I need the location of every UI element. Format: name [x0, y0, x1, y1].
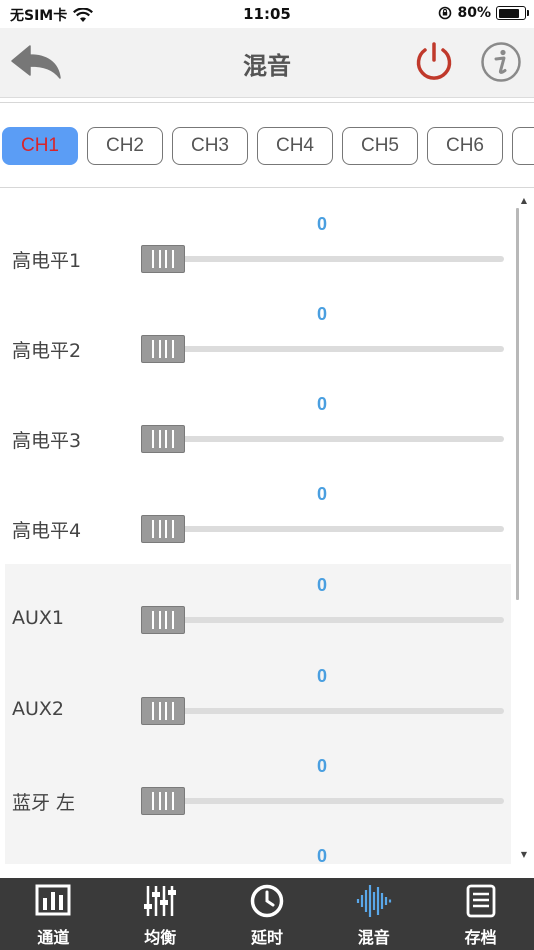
info-icon[interactable] [480, 41, 522, 83]
slider-thumb[interactable] [141, 515, 185, 543]
slider-value: 0 [316, 846, 327, 864]
tab-label: CH2 [105, 135, 144, 156]
slider-label: AUX2 [12, 698, 65, 720]
archive-icon [466, 884, 495, 918]
navigation-bar: 混音 [0, 28, 534, 98]
slider-track[interactable] [142, 256, 504, 262]
slider-row: 0 高电平2 [0, 284, 520, 374]
sound-wave-icon [356, 885, 391, 917]
slider-row: 0 蓝牙 左 [0, 736, 520, 826]
slider-row: 0 高电平3 [0, 374, 520, 464]
slider-value: 0 [316, 575, 327, 595]
slider-value: 0 [316, 394, 327, 414]
tab-mix[interactable]: 混音 [320, 878, 427, 950]
tab-label: CH5 [360, 135, 399, 156]
slider-track[interactable] [142, 346, 504, 352]
slider-label: 高电平4 [12, 520, 82, 542]
tab-ch7-partial[interactable]: C [512, 127, 534, 165]
battery-percent: 80% [457, 5, 491, 21]
slider-row: 0 AUX2 [0, 646, 520, 736]
slider-value: 0 [316, 756, 327, 776]
tab-label: CH3 [190, 135, 229, 156]
slider-label: 蓝牙 左 [12, 792, 76, 814]
tab-label: CH4 [275, 135, 314, 156]
tab-equalizer[interactable]: 均衡 [107, 878, 214, 950]
tab-label: 通道 [37, 928, 70, 947]
scrollbar-thumb[interactable] [516, 208, 519, 600]
slider-value: 0 [316, 304, 327, 324]
slider-row: 0 AUX1 [0, 555, 520, 645]
slider-label: 高电平2 [12, 340, 82, 362]
tab-delay[interactable]: 延时 [214, 878, 321, 950]
tab-channel[interactable]: 通道 [0, 878, 107, 950]
slider-row: 0 高电平4 [0, 464, 520, 554]
slider-track[interactable] [142, 798, 504, 804]
tab-ch6[interactable]: CH6 [427, 127, 503, 165]
slider-thumb[interactable] [141, 697, 185, 725]
slider-thumb[interactable] [141, 425, 185, 453]
battery-fill [498, 8, 519, 18]
tab-ch3[interactable]: CH3 [172, 127, 248, 165]
slider-row: 0 [0, 826, 520, 864]
scroll-down-arrow-icon[interactable]: ▼ [518, 850, 530, 860]
tab-ch2[interactable]: CH2 [87, 127, 163, 165]
power-icon[interactable] [412, 40, 456, 84]
slider-value: 0 [316, 214, 327, 234]
scroll-up-arrow-icon[interactable]: ▲ [518, 196, 530, 206]
tab-label: CH6 [445, 135, 484, 156]
slider-label: 高电平3 [12, 430, 82, 452]
slider-track[interactable] [142, 436, 504, 442]
channel-bars-icon [35, 884, 71, 916]
slider-track[interactable] [142, 617, 504, 623]
tab-label: 均衡 [144, 928, 177, 947]
tab-ch4[interactable]: CH4 [257, 127, 333, 165]
slider-track[interactable] [142, 526, 504, 532]
slider-label: 高电平1 [12, 250, 82, 272]
tab-label: 存档 [464, 928, 497, 947]
slider-row: 0 高电平1 [0, 194, 520, 284]
slider-thumb[interactable] [141, 787, 185, 815]
tab-archive[interactable]: 存档 [427, 878, 534, 950]
channel-tab-row: CH1 CH2 CH3 CH4 CH5 CH6 C [2, 127, 534, 165]
tab-label: 混音 [357, 928, 390, 947]
mix-slider-list[interactable]: 0 高电平1 0 高电平2 0 高电平3 0 高电平4 0 AUX1 0 AUX… [0, 194, 534, 864]
tab-ch5[interactable]: CH5 [342, 127, 418, 165]
clock-icon [250, 884, 284, 918]
slider-thumb[interactable] [141, 335, 185, 363]
slider-track[interactable] [142, 708, 504, 714]
tab-label: CH1 [20, 135, 59, 156]
orientation-lock-icon [439, 6, 452, 20]
channel-tab-strip[interactable]: CH1 CH2 CH3 CH4 CH5 CH6 C [0, 102, 534, 188]
battery-group: 80% [438, 5, 529, 21]
status-bar: 无SIM卡 11:05 80% [0, 0, 534, 28]
equalizer-icon [144, 886, 177, 916]
slider-thumb[interactable] [141, 606, 185, 634]
tab-label: 延时 [250, 928, 283, 947]
slider-label: AUX1 [12, 607, 65, 629]
battery-icon [496, 6, 529, 20]
slider-value: 0 [316, 666, 327, 686]
slider-value: 0 [316, 484, 327, 504]
slider-thumb[interactable] [141, 245, 185, 273]
bottom-tab-bar: 通道 均衡 延时 混音 存档 [0, 878, 534, 950]
tab-ch1[interactable]: CH1 [2, 127, 78, 165]
